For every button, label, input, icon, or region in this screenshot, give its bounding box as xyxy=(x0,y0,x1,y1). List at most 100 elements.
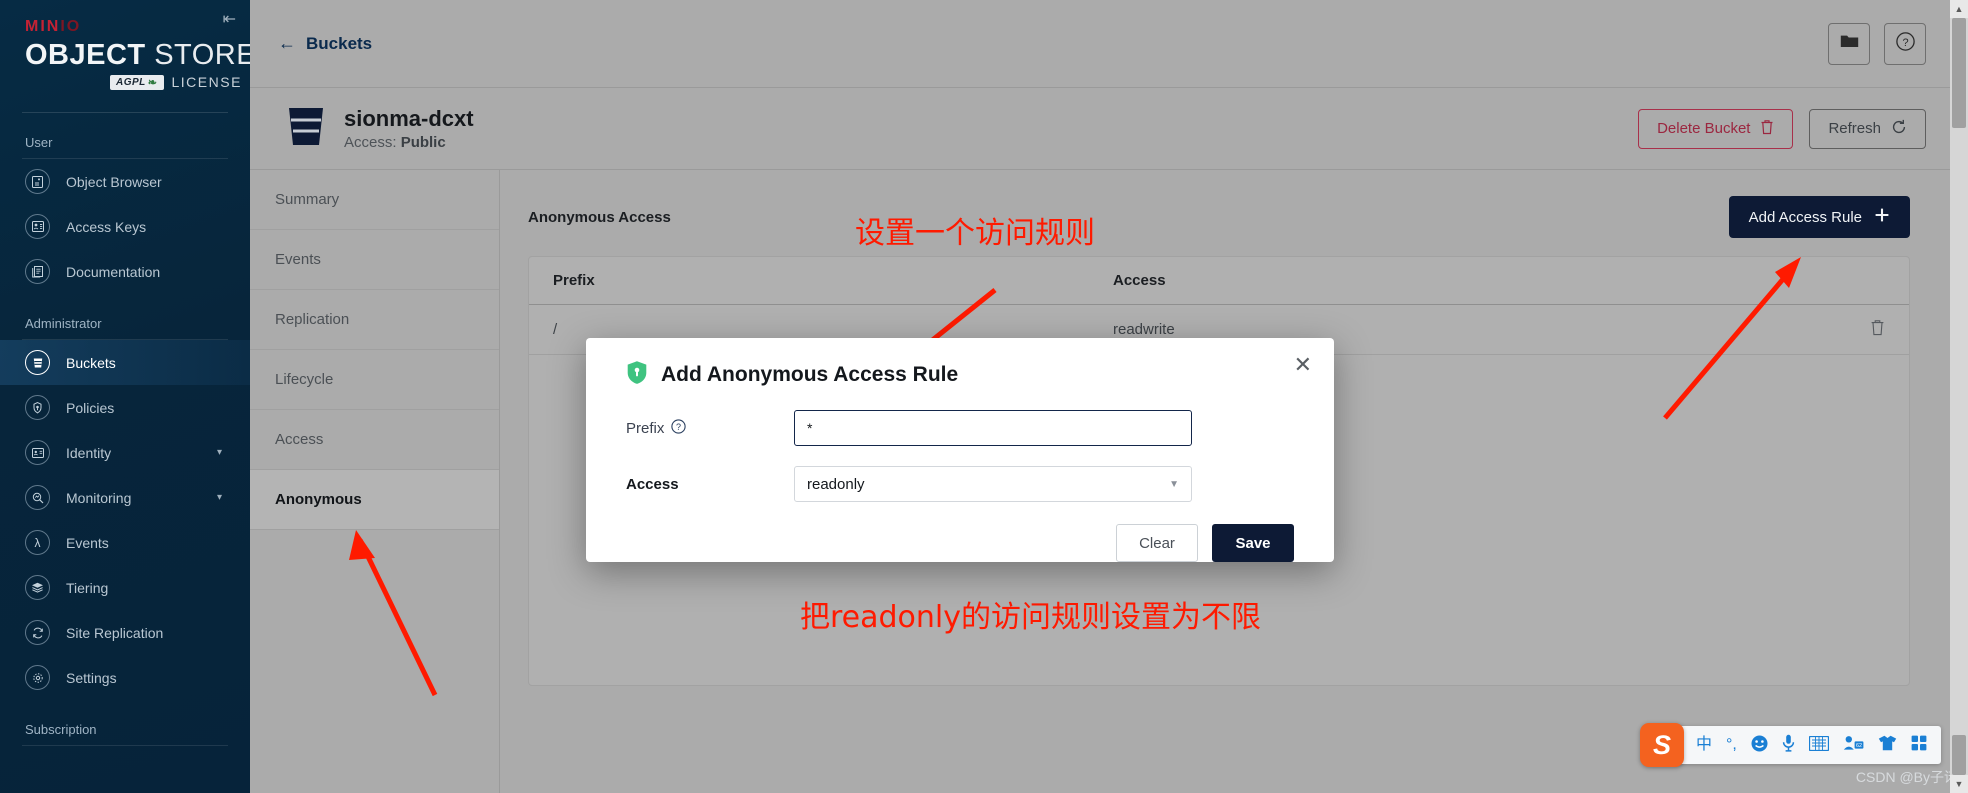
punctuation-mode-icon[interactable]: °, xyxy=(1726,737,1737,753)
prefix-input[interactable] xyxy=(794,410,1192,446)
clear-button[interactable]: Clear xyxy=(1116,524,1198,562)
soft-keyboard-icon[interactable] xyxy=(1808,735,1830,755)
sidebar-item-identity[interactable]: Identity ▾ xyxy=(0,430,250,475)
cell-access: readwrite xyxy=(1113,321,1175,338)
tab-replication[interactable]: Replication xyxy=(250,290,499,350)
object-store-wordmark: OBJECT STORE xyxy=(25,39,250,71)
chevron-down-icon[interactable]: ▾ xyxy=(217,447,222,458)
panel-title: Anonymous Access xyxy=(528,208,671,226)
settings-gear-icon xyxy=(25,665,50,690)
trash-icon xyxy=(1760,119,1774,139)
sidebar-item-buckets[interactable]: Buckets xyxy=(0,340,250,385)
shield-lock-icon xyxy=(626,360,648,390)
sogou-logo-icon[interactable]: S xyxy=(1640,723,1684,767)
minio-wordmark: MINIO xyxy=(25,18,82,35)
scrollbar-thumb-lower[interactable] xyxy=(1952,735,1966,775)
sidebar-item-label: Access Keys xyxy=(66,218,147,235)
top-bar: ← Buckets ? xyxy=(250,0,1950,88)
close-icon[interactable]: ✕ xyxy=(1294,354,1312,376)
sidebar-item-label: Documentation xyxy=(66,263,161,280)
events-lambda-icon: λ xyxy=(25,530,50,555)
add-access-rule-button[interactable]: Add Access Rule xyxy=(1728,196,1910,238)
help-circle-icon[interactable]: ? xyxy=(671,419,686,437)
sidebar-item-settings[interactable]: Settings xyxy=(0,655,250,700)
sidebar-item-label: Tiering xyxy=(66,579,109,596)
scrollbar-thumb[interactable] xyxy=(1952,18,1966,128)
bucket-tabs: Summary Events Replication Lifecycle Acc… xyxy=(250,170,500,793)
sidebar-item-label: Monitoring xyxy=(66,489,132,506)
bucket-title-block: sionma-dcxt Access: Public xyxy=(344,106,474,151)
buckets-icon xyxy=(25,350,50,375)
sidebar-item-policies[interactable]: Policies xyxy=(0,385,250,430)
prefix-label: Prefix ? xyxy=(626,419,794,437)
chevron-down-icon: ▼ xyxy=(1169,478,1179,490)
sidebar-item-monitoring[interactable]: Monitoring ▾ xyxy=(0,475,250,520)
breadcrumb-back-buckets[interactable]: ← Buckets xyxy=(278,33,372,54)
tab-access[interactable]: Access xyxy=(250,410,499,470)
save-button[interactable]: Save xyxy=(1212,524,1294,562)
voice-input-icon[interactable] xyxy=(1782,734,1795,756)
tab-lifecycle[interactable]: Lifecycle xyxy=(250,350,499,410)
folder-icon xyxy=(1840,33,1859,54)
site-replication-icon xyxy=(25,620,50,645)
identity-icon xyxy=(25,440,50,465)
dialog-title: Add Anonymous Access Rule xyxy=(661,363,959,386)
license-label: LICENSE xyxy=(171,74,242,90)
column-header-prefix: Prefix xyxy=(553,272,595,289)
add-access-rule-label: Add Access Rule xyxy=(1748,208,1862,226)
column-header-access: Access xyxy=(1113,272,1166,289)
sidebar-group-user-label: User xyxy=(25,135,53,150)
chevron-down-icon[interactable]: ▾ xyxy=(217,492,222,503)
folder-button[interactable] xyxy=(1828,22,1870,65)
scroll-down-arrow-icon[interactable]: ▼ xyxy=(1950,775,1968,793)
sidebar-item-site-replication[interactable]: Site Replication xyxy=(0,610,250,655)
object-browser-icon xyxy=(25,169,50,194)
sidebar: ⇤ MINIO OBJECT STORE AGPL ❧ LICENSE User … xyxy=(0,0,250,793)
tab-events[interactable]: Events xyxy=(250,230,499,290)
sidebar-group-subscription-label: Subscription xyxy=(25,722,97,737)
sidebar-item-documentation[interactable]: Documentation xyxy=(0,249,250,294)
license-badge-row: AGPL ❧ LICENSE xyxy=(110,74,250,90)
tab-anonymous[interactable]: Anonymous xyxy=(250,470,499,530)
sidebar-item-label: Object Browser xyxy=(66,173,162,190)
bucket-header: sionma-dcxt Access: Public Delete Bucket… xyxy=(250,88,1950,170)
sidebar-item-label: Settings xyxy=(66,669,117,686)
monitoring-icon xyxy=(25,485,50,510)
delete-bucket-label: Delete Bucket xyxy=(1657,120,1751,137)
svg-text:?: ? xyxy=(1902,37,1908,49)
user-badge-count: 62 xyxy=(1856,743,1862,749)
sidebar-item-label: Events xyxy=(66,534,109,551)
toolbox-icon[interactable] xyxy=(1911,735,1927,755)
sidebar-item-tiering[interactable]: Tiering xyxy=(0,565,250,610)
sidebar-item-events[interactable]: λ Events xyxy=(0,520,250,565)
breadcrumb-label: Buckets xyxy=(306,33,373,53)
tiering-icon xyxy=(25,575,50,600)
access-select[interactable]: readonly ▼ xyxy=(794,466,1192,502)
delete-bucket-button[interactable]: Delete Bucket xyxy=(1638,108,1794,149)
scroll-up-arrow-icon[interactable]: ▲ xyxy=(1950,0,1968,18)
leaf-icon: ❧ xyxy=(147,76,158,89)
skin-theme-icon[interactable] xyxy=(1878,735,1897,755)
page-scrollbar[interactable]: ▲ ▼ xyxy=(1950,0,1968,793)
sidebar-item-label: Site Replication xyxy=(66,624,164,641)
refresh-button[interactable]: Refresh xyxy=(1809,108,1926,149)
sidebar-item-object-browser[interactable]: Object Browser xyxy=(0,159,250,204)
help-button[interactable]: ? xyxy=(1884,22,1926,65)
sidebar-group-administrator-label: Administrator xyxy=(25,316,102,331)
brand-logo: ⇤ MINIO OBJECT STORE AGPL ❧ LICENSE xyxy=(0,0,250,91)
bucket-icon xyxy=(286,105,326,152)
agpl-badge: AGPL ❧ xyxy=(110,74,164,90)
svg-text:?: ? xyxy=(676,422,681,432)
collapse-sidebar-icon[interactable]: ⇤ xyxy=(223,12,236,28)
user-account-icon[interactable]: 62 xyxy=(1843,735,1864,755)
access-form-row: Access readonly ▼ xyxy=(626,466,1294,502)
language-mode-icon[interactable]: 中 xyxy=(1696,737,1712,753)
help-circle-icon: ? xyxy=(1895,31,1916,57)
sidebar-item-access-keys[interactable]: Access Keys xyxy=(0,204,250,249)
sidebar-item-label: Identity xyxy=(66,444,112,461)
row-delete-button[interactable] xyxy=(1825,319,1885,340)
tab-summary[interactable]: Summary xyxy=(250,170,499,230)
add-anonymous-access-rule-dialog: Add Anonymous Access Rule ✕ Prefix ? Acc… xyxy=(586,338,1334,562)
emoji-icon[interactable] xyxy=(1751,735,1768,756)
refresh-icon xyxy=(1891,119,1907,139)
